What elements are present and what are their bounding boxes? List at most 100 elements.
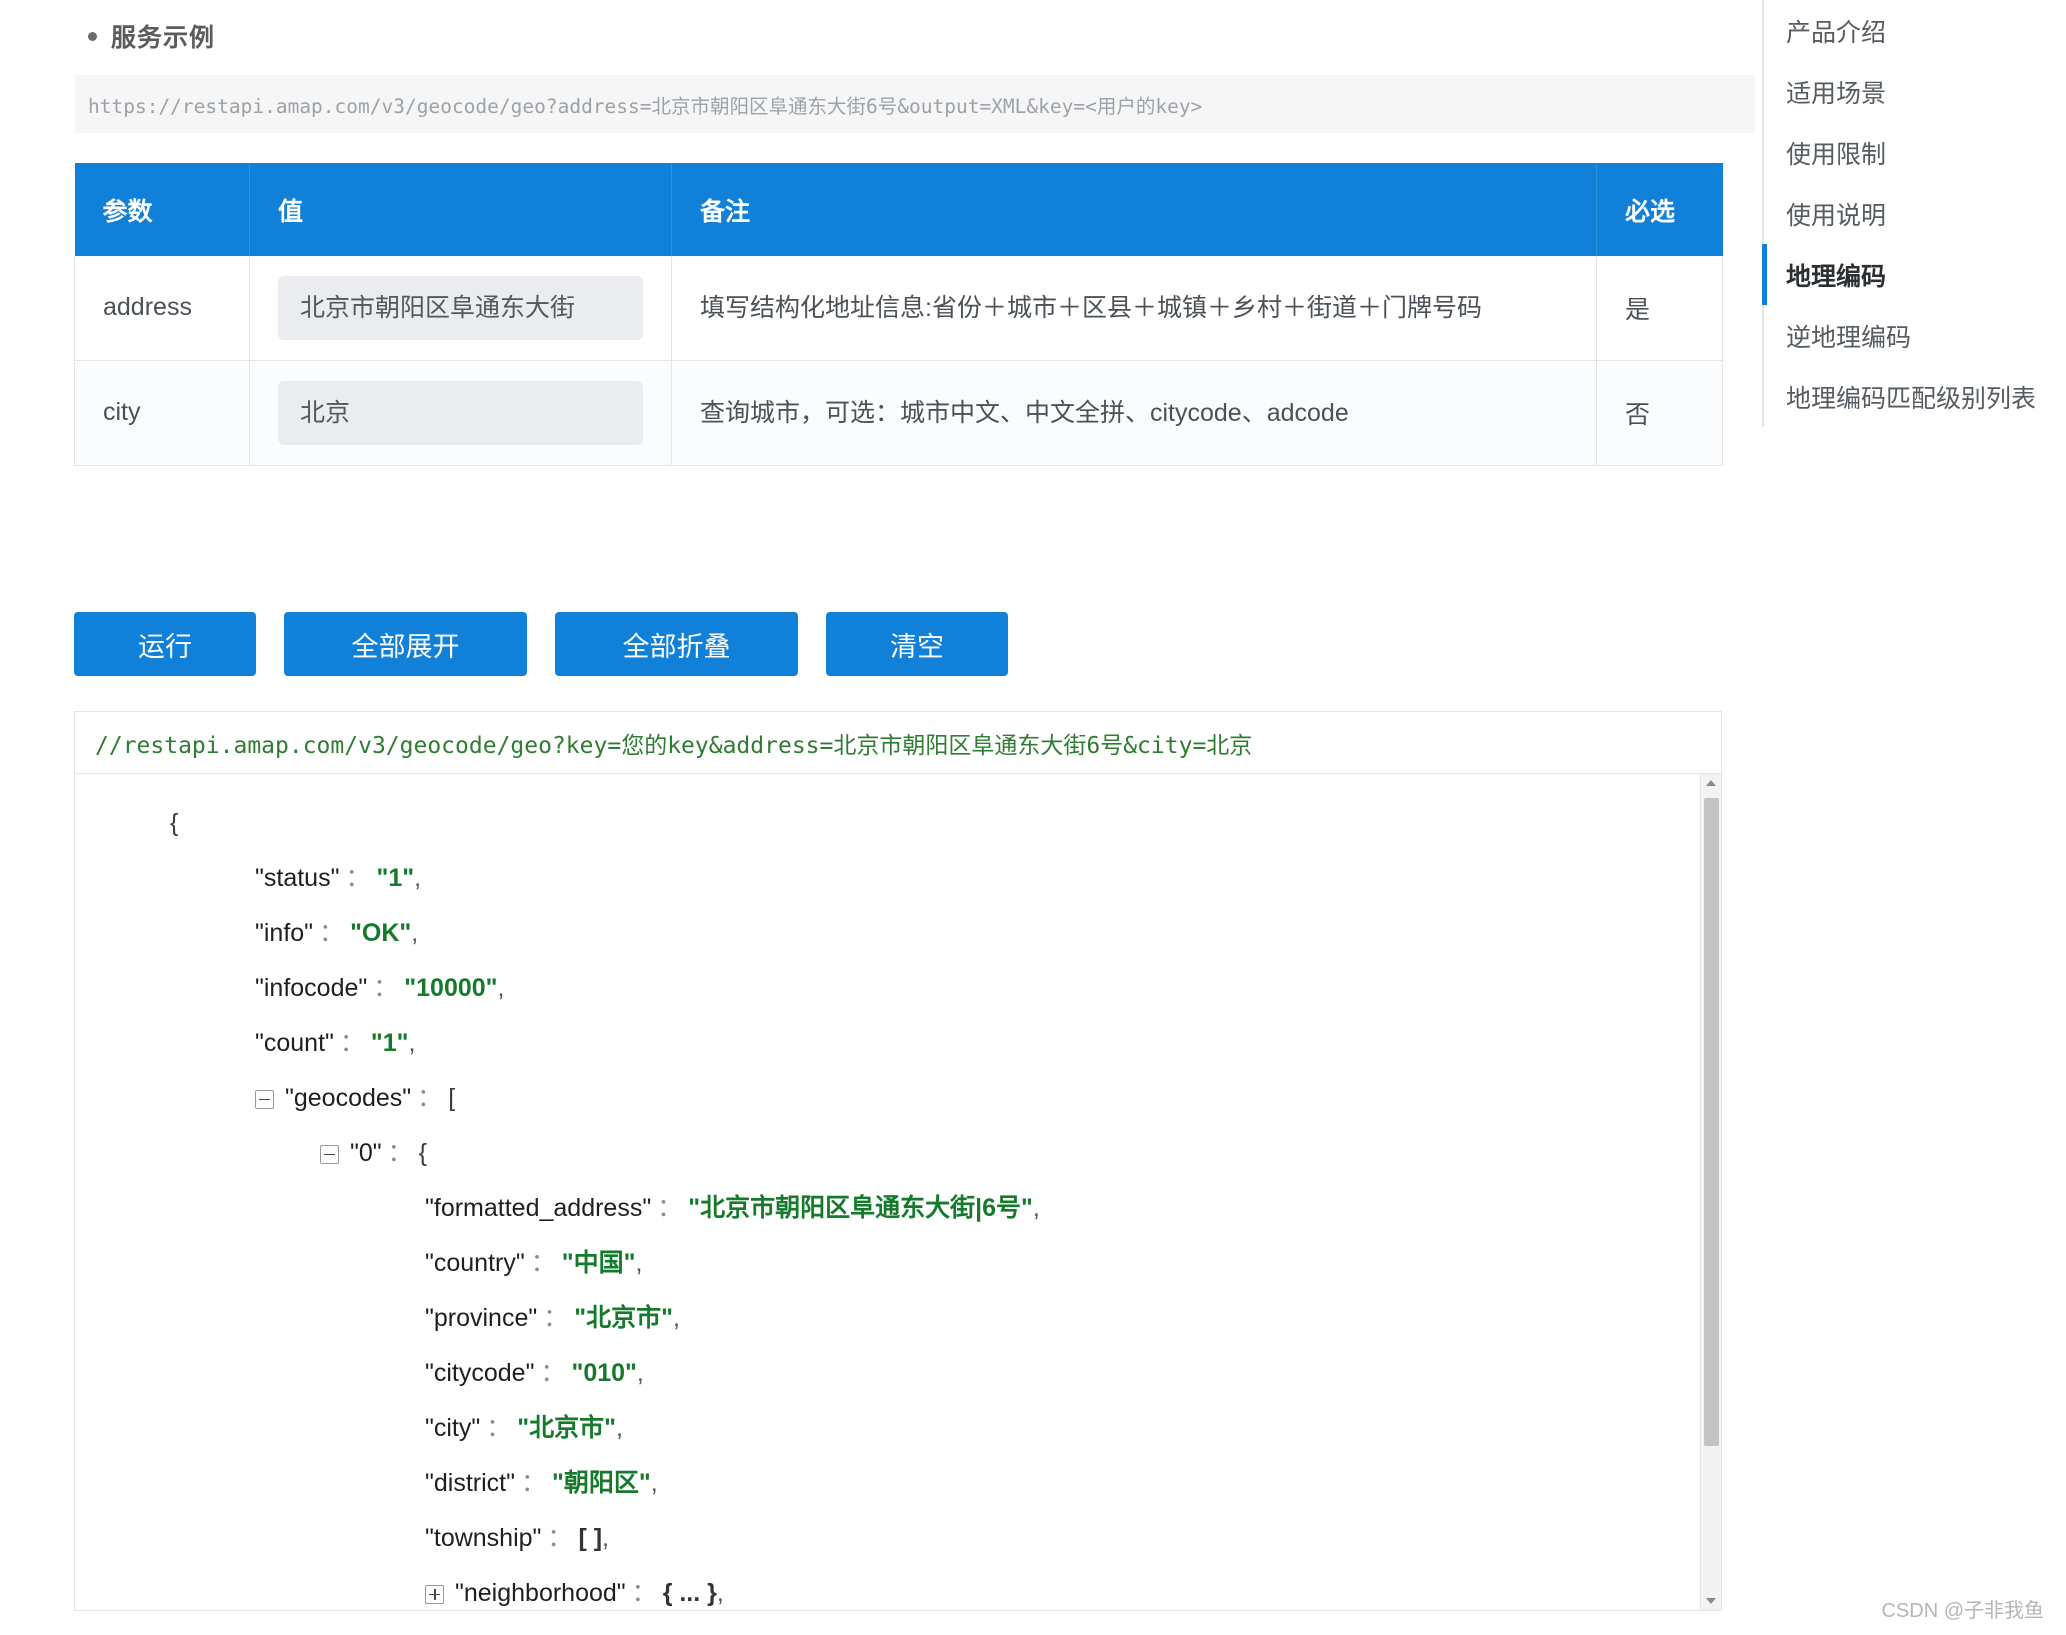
json-viewer[interactable]: {"status"： "1", "info"： "OK", "infocode"： "10… bbox=[75, 774, 1721, 1610]
json-colon: ： bbox=[547, 1524, 573, 1552]
col-header-param: 参数 bbox=[74, 163, 250, 256]
json-tree: {"status"： "1", "info"： "OK", "infocode"： "10… bbox=[75, 774, 1721, 1610]
parameter-table: 参数 值 备注 必选 address 填写结构化地址信息:省份＋城市＋区县＋城镇… bbox=[74, 163, 1723, 466]
cell-param-value bbox=[249, 360, 672, 466]
collapse-all-button[interactable]: 全部折叠 bbox=[555, 612, 798, 676]
toc-item-3[interactable]: 使用说明 bbox=[1762, 183, 2066, 244]
toc-item-4[interactable]: 地理编码 bbox=[1762, 244, 2066, 305]
json-line: "geocodes"：[ bbox=[75, 1071, 1721, 1126]
json-colon: ： bbox=[345, 864, 371, 892]
json-value: "中国" bbox=[561, 1249, 636, 1277]
run-button[interactable]: 运行 bbox=[74, 612, 256, 676]
json-line: "status"： "1", bbox=[75, 851, 1721, 906]
json-key: "citycode" bbox=[425, 1359, 535, 1387]
toc-item-1[interactable]: 适用场景 bbox=[1762, 61, 2066, 122]
scroll-down-arrow-icon[interactable] bbox=[1701, 1589, 1721, 1610]
toc-item-label: 地理编码 bbox=[1786, 262, 1887, 291]
table-row: address 填写结构化地址信息:省份＋城市＋区县＋城镇＋乡村＋街道＋门牌号码… bbox=[74, 256, 1723, 361]
json-key: "country" bbox=[425, 1249, 525, 1277]
table-of-contents: 产品介绍适用场景使用限制使用说明地理编码逆地理编码地理编码匹配级别列表 bbox=[1762, 0, 2066, 427]
cell-param-name: city bbox=[74, 360, 250, 466]
bullet-icon bbox=[88, 31, 97, 41]
toc-item-2[interactable]: 使用限制 bbox=[1762, 122, 2066, 183]
json-comma: , bbox=[635, 1249, 643, 1277]
service-example-title: 服务示例 bbox=[111, 24, 216, 52]
json-key: "city" bbox=[425, 1414, 481, 1442]
example-url-text: https://restapi.amap.com/v3/geocode/geo?… bbox=[88, 94, 1203, 118]
parameter-table-head: 参数 值 备注 必选 bbox=[74, 163, 1723, 256]
city-input[interactable] bbox=[278, 381, 643, 445]
json-key: "province" bbox=[425, 1304, 538, 1332]
json-colon: ： bbox=[520, 1469, 546, 1497]
json-line: "city"： "北京市", bbox=[75, 1401, 1721, 1456]
service-example-heading: 服务示例 bbox=[88, 18, 215, 54]
json-colon: ： bbox=[373, 974, 399, 1002]
json-comma: , bbox=[602, 1524, 609, 1552]
toc-item-label: 适用场景 bbox=[1786, 79, 1887, 108]
json-line: "info"： "OK", bbox=[75, 906, 1721, 961]
expand-all-button[interactable]: 全部展开 bbox=[284, 612, 527, 676]
toc-item-6[interactable]: 地理编码匹配级别列表 bbox=[1762, 366, 2066, 427]
table-header-row: 参数 值 备注 必选 bbox=[74, 163, 1723, 256]
table-row: city 查询城市，可选：城市中文、中文全拼、citycode、adcode 否 bbox=[74, 360, 1723, 466]
toc-item-label: 产品介绍 bbox=[1786, 18, 1887, 47]
toc-item-5[interactable]: 逆地理编码 bbox=[1762, 305, 2066, 366]
json-key: "status" bbox=[255, 864, 340, 892]
json-value: "10000" bbox=[404, 974, 498, 1002]
toc-item-label: 地理编码匹配级别列表 bbox=[1786, 384, 2037, 413]
collapse-node-icon[interactable] bbox=[320, 1144, 339, 1164]
json-bracket: { bbox=[170, 809, 179, 837]
json-line: "infocode"： "10000", bbox=[75, 961, 1721, 1016]
cell-param-remark: 查询城市，可选：城市中文、中文全拼、citycode、adcode bbox=[671, 360, 1597, 466]
json-comma: , bbox=[414, 864, 422, 892]
json-colon: ： bbox=[657, 1194, 683, 1222]
scroll-up-arrow-icon[interactable] bbox=[1701, 774, 1721, 795]
json-line: "township"：[ ], bbox=[75, 1511, 1721, 1566]
json-key: "count" bbox=[255, 1029, 334, 1057]
request-url-text: //restapi.amap.com/v3/geocode/geo?key=您的… bbox=[95, 732, 1253, 759]
json-key: "district" bbox=[425, 1469, 515, 1497]
expand-node-icon[interactable] bbox=[425, 1584, 444, 1604]
json-line: "province"： "北京市", bbox=[75, 1291, 1721, 1346]
page-root: 服务示例 https://restapi.amap.com/v3/geocode… bbox=[0, 0, 2066, 1635]
json-colon: ： bbox=[631, 1579, 657, 1607]
json-value: { ... } bbox=[662, 1579, 717, 1607]
json-comma: , bbox=[672, 1304, 680, 1332]
address-input[interactable] bbox=[278, 276, 643, 340]
col-header-required: 必选 bbox=[1596, 163, 1723, 256]
clear-button[interactable]: 清空 bbox=[826, 612, 1008, 676]
scrollbar-thumb[interactable] bbox=[1704, 798, 1719, 1446]
json-scrollbar[interactable] bbox=[1700, 774, 1721, 1610]
toc-item-label: 使用说明 bbox=[1786, 201, 1887, 230]
json-key: "infocode" bbox=[255, 974, 368, 1002]
json-key: "formatted_address" bbox=[425, 1194, 652, 1222]
json-comma: , bbox=[636, 1359, 644, 1387]
json-line: "citycode"： "010", bbox=[75, 1346, 1721, 1401]
json-value: "OK" bbox=[350, 919, 412, 947]
main-content: 服务示例 https://restapi.amap.com/v3/geocode… bbox=[0, 0, 1755, 1635]
json-value: "北京市" bbox=[574, 1304, 673, 1332]
json-comma: , bbox=[650, 1469, 658, 1497]
json-colon: ： bbox=[417, 1084, 443, 1112]
cell-param-value bbox=[249, 256, 672, 361]
json-comma: , bbox=[411, 919, 419, 947]
collapse-node-icon[interactable] bbox=[255, 1089, 274, 1109]
cell-param-required: 否 bbox=[1596, 360, 1723, 466]
json-value: [ ] bbox=[578, 1524, 603, 1552]
json-value: "1" bbox=[370, 1029, 409, 1057]
json-line: "district"： "朝阳区", bbox=[75, 1456, 1721, 1511]
json-value: "北京市" bbox=[517, 1414, 616, 1442]
json-bracket: { bbox=[418, 1139, 428, 1167]
toc-item-0[interactable]: 产品介绍 bbox=[1762, 0, 2066, 61]
json-colon: ： bbox=[543, 1304, 569, 1332]
request-url-bar[interactable]: //restapi.amap.com/v3/geocode/geo?key=您的… bbox=[75, 712, 1721, 774]
json-bracket: [ bbox=[448, 1084, 456, 1112]
json-comma: , bbox=[408, 1029, 416, 1057]
json-key: "info" bbox=[255, 919, 314, 947]
json-colon: ： bbox=[486, 1414, 512, 1442]
json-line: { bbox=[75, 796, 1721, 851]
watermark: CSDN @子非我鱼 bbox=[1881, 1600, 2044, 1622]
cell-param-remark: 填写结构化地址信息:省份＋城市＋区县＋城镇＋乡村＋街道＋门牌号码 bbox=[671, 256, 1597, 361]
json-value: "北京市朝阳区阜通东大街|6号" bbox=[688, 1194, 1033, 1222]
col-header-value: 值 bbox=[249, 163, 672, 256]
